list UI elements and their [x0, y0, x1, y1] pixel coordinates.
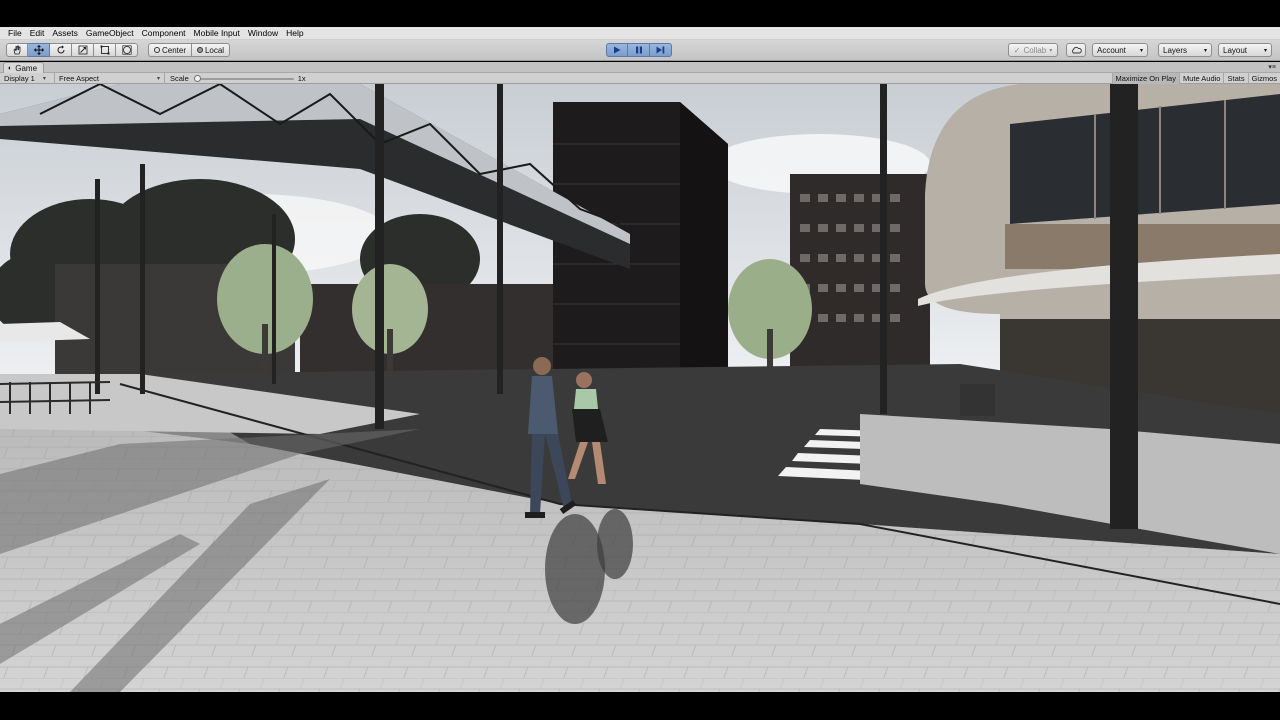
trash-bin: [960, 384, 995, 416]
cloud-group: [1066, 43, 1086, 57]
layout-label: Layout: [1223, 45, 1248, 55]
scale-value: 1x: [297, 73, 306, 83]
transform-tool-button[interactable]: [116, 43, 138, 57]
maximize-on-play-label: Maximize On Play: [1115, 73, 1176, 83]
play-button[interactable]: [606, 43, 628, 57]
menu-edit[interactable]: Edit: [26, 28, 49, 38]
move-tool-button[interactable]: [28, 43, 50, 57]
pivot-group: Center Local: [148, 43, 230, 57]
chevron-down-icon: ▾: [1203, 47, 1207, 54]
pause-icon: [635, 46, 642, 54]
account-label: Account: [1097, 45, 1126, 55]
tab-game-label: Game: [15, 63, 38, 73]
pivot-rotation-label: Local: [204, 45, 225, 55]
collab-group: ✓ Collab ▾: [1008, 43, 1058, 57]
scale-slider-track: [193, 77, 294, 80]
scale-label: Scale: [170, 73, 189, 83]
aspect-dropdown[interactable]: Free Aspect ▾: [55, 72, 165, 84]
menu-mobile-input[interactable]: Mobile Input: [190, 28, 244, 38]
rect-icon: [100, 45, 109, 55]
scale-slider-thumb[interactable]: [193, 74, 201, 82]
transform-tools: [6, 43, 138, 57]
pedestrian-shadow: [545, 514, 605, 624]
aspect-label: Free Aspect: [59, 73, 100, 83]
city-street-scene: [0, 84, 1280, 692]
pedestrian-shadow: [597, 509, 633, 579]
menu-gameobject[interactable]: GameObject: [82, 28, 138, 38]
game-controller-icon: ◐: [8, 64, 13, 72]
rotate-tool-button[interactable]: [50, 43, 72, 57]
game-view-toggles: Maximize On Play Mute Audio Stats Gizmos: [1111, 72, 1280, 84]
menu-bar: File Edit Assets GameObject Component Mo…: [0, 27, 1280, 40]
letterbox-top: [0, 0, 1280, 27]
menu-assets[interactable]: Assets: [48, 28, 82, 38]
display-dropdown[interactable]: Display 1 ▾: [0, 72, 55, 84]
check-icon: ✓: [1013, 45, 1021, 55]
rect-tool-button[interactable]: [94, 43, 116, 57]
main-toolbar: Center Local ✓ Collab ▾ Account ▾ Layers…: [0, 40, 1280, 61]
pivot-rotation-button[interactable]: Local: [192, 43, 230, 57]
layers-label: Layers: [1163, 45, 1188, 55]
menu-window[interactable]: Window: [244, 28, 282, 38]
layers-group: Layers ▾: [1158, 43, 1212, 57]
mute-audio-toggle[interactable]: Mute Audio: [1178, 72, 1224, 84]
display-label: Display 1: [4, 73, 35, 83]
scale-slider[interactable]: [193, 73, 294, 84]
chevron-down-icon: ▾: [1049, 47, 1053, 54]
playback-controls: [606, 43, 672, 57]
local-rotation-icon: [196, 47, 203, 53]
hand-tool-button[interactable]: [6, 43, 28, 57]
game-tab-strip: ◐ Game ▾≡: [0, 62, 1280, 73]
maximize-on-play-toggle[interactable]: Maximize On Play: [1111, 72, 1179, 84]
gizmos-dropdown[interactable]: Gizmos: [1247, 72, 1280, 84]
play-icon: [614, 46, 621, 54]
cloud-icon: [1071, 46, 1082, 54]
pause-button[interactable]: [628, 43, 650, 57]
step-button[interactable]: [650, 43, 672, 57]
tab-game[interactable]: ◐ Game: [3, 62, 45, 73]
collab-button[interactable]: ✓ Collab ▾: [1008, 43, 1058, 57]
mute-audio-label: Mute Audio: [1182, 73, 1221, 83]
chevron-down-icon: ▾: [42, 75, 46, 82]
account-dropdown[interactable]: Account ▾: [1092, 43, 1148, 57]
letterbox-bottom: [0, 692, 1280, 720]
pivot-mode-button[interactable]: Center: [148, 43, 192, 57]
layout-dropdown[interactable]: Layout ▾: [1218, 43, 1272, 57]
game-view-bar: Display 1 ▾ Free Aspect ▾ Scale 1x Maxim…: [0, 72, 1280, 84]
menu-file[interactable]: File: [4, 28, 26, 38]
move-icon: [33, 45, 44, 55]
hand-icon: [13, 45, 21, 55]
chevron-down-icon: ▾: [156, 75, 160, 82]
transform-icon: [121, 45, 132, 55]
layers-dropdown[interactable]: Layers ▾: [1158, 43, 1212, 57]
scale-icon: [78, 45, 87, 55]
chevron-down-icon: ▾: [1139, 47, 1143, 54]
collab-label: Collab: [1023, 45, 1047, 55]
step-icon: [656, 46, 665, 54]
pivot-mode-label: Center: [161, 45, 186, 55]
chevron-down-icon: ▾: [1263, 47, 1267, 54]
scale-tool-button[interactable]: [72, 43, 94, 57]
stats-label: Stats: [1227, 73, 1245, 83]
game-viewport[interactable]: [0, 84, 1280, 692]
pivot-center-icon: [153, 47, 160, 53]
stats-toggle[interactable]: Stats: [1223, 72, 1247, 84]
account-group: Account ▾: [1092, 43, 1148, 57]
layout-group: Layout ▾: [1218, 43, 1272, 57]
cloud-services-button[interactable]: [1066, 43, 1086, 57]
menu-help[interactable]: Help: [282, 28, 307, 38]
tab-context-menu-icon[interactable]: ▾≡: [1268, 63, 1276, 71]
menu-component[interactable]: Component: [138, 28, 190, 38]
gizmos-label: Gizmos: [1251, 73, 1277, 83]
rotate-icon: [57, 45, 64, 54]
